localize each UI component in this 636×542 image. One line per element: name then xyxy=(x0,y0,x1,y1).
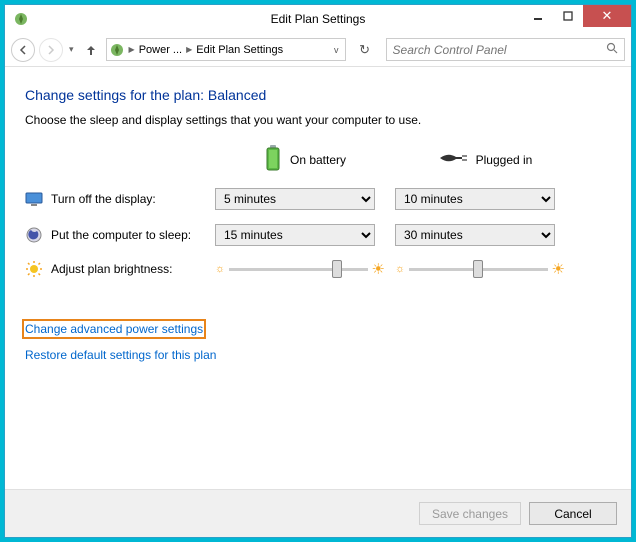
display-icon xyxy=(25,190,43,208)
breadcrumb-item[interactable]: Edit Plan Settings xyxy=(196,44,283,56)
footer: Save changes Cancel xyxy=(5,489,631,537)
page-subheading: Choose the sleep and display settings th… xyxy=(25,113,611,127)
page-heading: Change settings for the plan: Balanced xyxy=(25,87,611,103)
row-label-text: Adjust plan brightness: xyxy=(51,262,172,276)
save-button[interactable]: Save changes xyxy=(419,502,521,525)
window: Edit Plan Settings ✕ ▾ ▶ Power ... xyxy=(4,4,632,538)
row-label-text: Put the computer to sleep: xyxy=(51,228,191,242)
brightness-icon xyxy=(25,260,43,278)
history-dropdown-icon[interactable]: ▾ xyxy=(67,44,76,55)
column-header-plugged: Plugged in xyxy=(395,149,575,170)
sleep-icon xyxy=(25,226,43,244)
brightness-battery-cell: ☼ ☀ xyxy=(215,260,385,278)
minimize-button[interactable] xyxy=(523,5,553,27)
links-section: Change advanced power settings Restore d… xyxy=(25,322,611,374)
close-button[interactable]: ✕ xyxy=(583,5,631,27)
back-button[interactable] xyxy=(11,38,35,62)
refresh-button[interactable]: ↻ xyxy=(354,39,376,61)
row-sleep: Put the computer to sleep: xyxy=(25,226,215,244)
up-button[interactable] xyxy=(80,39,102,61)
maximize-button[interactable] xyxy=(553,5,583,27)
restore-defaults-link[interactable]: Restore default settings for this plan xyxy=(25,348,216,362)
search-icon[interactable] xyxy=(606,42,618,57)
brightness-plugged-slider[interactable] xyxy=(409,268,547,271)
breadcrumb-icon xyxy=(109,42,125,58)
row-brightness: Adjust plan brightness: xyxy=(25,260,215,278)
display-battery-select[interactable]: 5 minutes xyxy=(215,188,375,210)
chevron-right-icon: ▶ xyxy=(184,45,194,54)
display-plugged-select[interactable]: 10 minutes xyxy=(395,188,555,210)
cancel-button[interactable]: Cancel xyxy=(529,502,617,525)
column-label: On battery xyxy=(290,153,346,167)
row-label-text: Turn off the display: xyxy=(51,192,156,206)
plug-icon xyxy=(438,149,468,170)
forward-button[interactable] xyxy=(39,38,63,62)
breadcrumb[interactable]: ▶ Power ... ▶ Edit Plan Settings v xyxy=(106,38,346,61)
settings-grid: On battery Plugged in Turn off the displ… xyxy=(25,145,611,278)
sleep-battery-select[interactable]: 15 minutes xyxy=(215,224,375,246)
sleep-plugged-select[interactable]: 30 minutes xyxy=(395,224,555,246)
breadcrumb-dropdown-icon[interactable]: v xyxy=(330,45,343,55)
chevron-right-icon: ▶ xyxy=(127,45,137,54)
advanced-settings-link[interactable]: Change advanced power settings xyxy=(25,322,203,336)
sun-large-icon: ☀ xyxy=(552,260,565,278)
row-display: Turn off the display: xyxy=(25,190,215,208)
breadcrumb-item[interactable]: Power ... xyxy=(139,44,182,56)
column-label: Plugged in xyxy=(476,153,533,167)
content: Change settings for the plan: Balanced C… xyxy=(5,67,631,489)
toolbar: ▾ ▶ Power ... ▶ Edit Plan Settings v ↻ xyxy=(5,33,631,67)
column-header-battery: On battery xyxy=(215,145,395,174)
search-box[interactable] xyxy=(386,38,625,61)
titlebar: Edit Plan Settings ✕ xyxy=(5,5,631,33)
sun-small-icon: ☼ xyxy=(395,263,405,275)
search-input[interactable] xyxy=(393,43,606,57)
sun-small-icon: ☼ xyxy=(215,263,225,275)
brightness-plugged-cell: ☼ ☀ xyxy=(395,260,565,278)
sun-large-icon: ☀ xyxy=(372,260,385,278)
battery-icon xyxy=(264,145,282,174)
brightness-battery-slider[interactable] xyxy=(229,268,367,271)
